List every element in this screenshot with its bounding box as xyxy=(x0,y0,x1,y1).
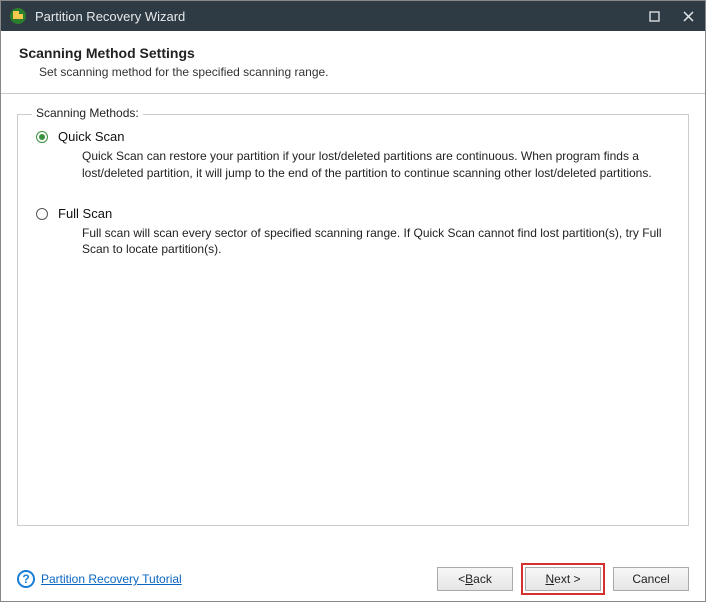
maximize-button[interactable] xyxy=(637,1,671,31)
close-button[interactable] xyxy=(671,1,705,31)
wizard-footer: ? Partition Recovery Tutorial < Back Nex… xyxy=(1,557,705,601)
scanning-methods-fieldset: Scanning Methods: Quick Scan Quick Scan … xyxy=(17,114,689,526)
back-button[interactable]: < Back xyxy=(437,567,513,591)
option-full-scan[interactable]: Full Scan Full scan will scan every sect… xyxy=(36,206,668,259)
app-icon xyxy=(9,7,27,25)
page-subtitle: Set scanning method for the specified sc… xyxy=(39,65,691,79)
fieldset-legend: Scanning Methods: xyxy=(32,106,143,120)
next-button-highlight: Next > xyxy=(521,563,605,595)
wizard-header: Scanning Method Settings Set scanning me… xyxy=(1,31,705,94)
titlebar: Partition Recovery Wizard xyxy=(1,1,705,31)
quick-scan-description: Quick Scan can restore your partition if… xyxy=(82,148,668,182)
window-title: Partition Recovery Wizard xyxy=(35,9,185,24)
full-scan-label: Full Scan xyxy=(58,206,668,221)
radio-full-scan[interactable] xyxy=(36,208,48,220)
wizard-body: Scanning Methods: Quick Scan Quick Scan … xyxy=(1,94,705,526)
help-link-group: ? Partition Recovery Tutorial xyxy=(17,570,182,588)
radio-quick-scan[interactable] xyxy=(36,131,48,143)
page-title: Scanning Method Settings xyxy=(19,45,691,61)
cancel-button[interactable]: Cancel xyxy=(613,567,689,591)
window-controls xyxy=(637,1,705,31)
full-scan-description: Full scan will scan every sector of spec… xyxy=(82,225,668,259)
next-button[interactable]: Next > xyxy=(525,567,601,591)
option-quick-scan[interactable]: Quick Scan Quick Scan can restore your p… xyxy=(36,129,668,182)
help-icon: ? xyxy=(17,570,35,588)
help-link[interactable]: Partition Recovery Tutorial xyxy=(41,572,182,586)
quick-scan-label: Quick Scan xyxy=(58,129,668,144)
titlebar-left: Partition Recovery Wizard xyxy=(9,7,185,25)
